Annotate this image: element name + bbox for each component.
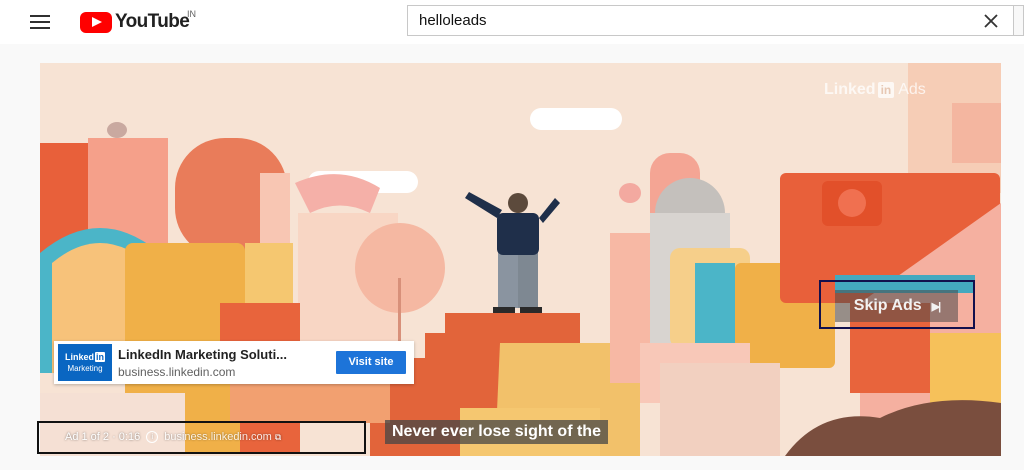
advertiser-logo[interactable]: Linked in Marketing: [58, 344, 112, 381]
skip-next-icon: ▶|: [931, 300, 941, 313]
visit-site-button[interactable]: Visit site: [336, 351, 406, 374]
ad-companion-card[interactable]: Linked in Marketing LinkedIn Marketing So…: [54, 341, 414, 384]
logo-in-box: in: [95, 352, 105, 362]
youtube-play-icon: [80, 11, 112, 33]
search-input[interactable]: [408, 6, 979, 35]
skip-ads-button[interactable]: Skip Ads ▶|: [835, 290, 958, 322]
ad-info-link[interactable]: business.linkedin.com: [164, 431, 272, 443]
logo-text: YouTube: [115, 11, 190, 32]
logo-line2: Marketing: [67, 364, 103, 373]
search-button[interactable]: [1013, 5, 1024, 36]
skip-ads-label: Skip Ads: [853, 297, 922, 314]
hamburger-menu-icon[interactable]: [28, 12, 52, 32]
ad-position-text: Ad 1 of 2 · 0:16: [65, 431, 141, 443]
info-icon[interactable]: i: [146, 431, 159, 443]
watermark-suffix: Ads: [898, 81, 926, 98]
watermark-brand: Linked: [824, 81, 876, 98]
ad-info-bar: Ad 1 of 2 · 0:16 i business.linkedin.com…: [65, 431, 281, 443]
video-player[interactable]: Linked in Ads Linked in Marketing LinkedI…: [40, 63, 1001, 456]
ad-video-frame: [40, 63, 1001, 456]
video-caption: Never ever lose sight of the: [385, 420, 608, 444]
masthead: YouTube IN: [0, 0, 1024, 44]
ad-title[interactable]: LinkedIn Marketing Soluti...: [118, 347, 328, 362]
close-icon[interactable]: [981, 11, 1001, 31]
logo-line1: Linked: [64, 352, 94, 362]
watermark-in-box: in: [877, 82, 895, 98]
linkedin-ads-watermark: Linked in Ads: [824, 81, 926, 99]
ad-domain[interactable]: business.linkedin.com: [118, 365, 235, 379]
youtube-logo[interactable]: YouTube: [80, 10, 190, 34]
country-code: IN: [187, 9, 196, 19]
search-box: [407, 5, 1013, 36]
external-link-icon[interactable]: ⧉: [275, 432, 281, 443]
